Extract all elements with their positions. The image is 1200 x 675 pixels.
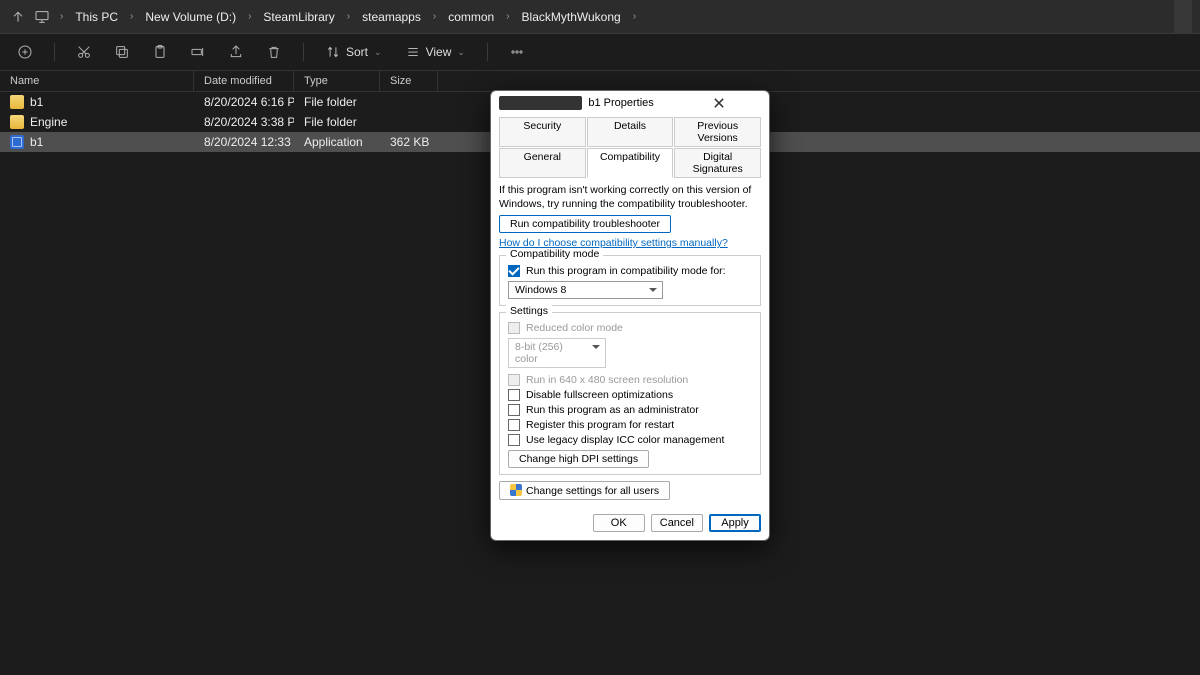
ok-button[interactable]: OK (593, 514, 645, 532)
up-icon[interactable] (8, 7, 28, 27)
rename-icon[interactable] (185, 39, 211, 65)
breadcrumb-item[interactable]: BlackMythWukong (518, 10, 625, 24)
compat-mode-checkbox[interactable] (508, 265, 520, 277)
change-dpi-button[interactable]: Change high DPI settings (508, 450, 649, 468)
folder-icon (10, 115, 24, 129)
breadcrumb-item[interactable]: SteamLibrary (259, 10, 338, 24)
chevron-right-icon: › (429, 11, 440, 22)
breadcrumb-item[interactable]: common (444, 10, 498, 24)
color-depth-select: 8-bit (256) color (508, 338, 606, 368)
view-label: View (426, 45, 452, 59)
folder-icon (10, 95, 24, 109)
column-header-size[interactable]: Size (380, 71, 438, 91)
tab-digital-signatures[interactable]: Digital Signatures (674, 148, 761, 178)
chevron-right-icon: › (343, 11, 354, 22)
chevron-right-icon: › (126, 11, 137, 22)
search-box[interactable] (1174, 0, 1192, 34)
properties-dialog: b1 Properties Security Details Previous … (490, 90, 770, 541)
application-icon (499, 96, 582, 110)
share-icon[interactable] (223, 39, 249, 65)
change-all-users-button[interactable]: Change settings for all users (499, 481, 670, 500)
column-header-name[interactable]: Name (0, 71, 194, 91)
paste-icon[interactable] (147, 39, 173, 65)
breadcrumb-item[interactable]: This PC (71, 10, 122, 24)
sort-label: Sort (346, 45, 368, 59)
chevron-right-icon: › (629, 11, 640, 22)
disable-fullscreen-checkbox[interactable] (508, 389, 520, 401)
toolbar: Sort ⌄ View ⌄ (0, 34, 1200, 70)
tab-previous-versions[interactable]: Previous Versions (674, 117, 761, 147)
run-640-checkbox (508, 374, 520, 386)
chevron-down-icon: ⌄ (457, 47, 465, 58)
breadcrumb-item[interactable]: steamapps (358, 10, 425, 24)
column-header-type[interactable]: Type (294, 71, 380, 91)
cut-icon[interactable] (71, 39, 97, 65)
column-headers: Name Date modified Type Size (0, 70, 1200, 92)
compat-os-select[interactable]: Windows 8 (508, 281, 663, 299)
dialog-intro-text: If this program isn't working correctly … (499, 184, 761, 211)
dialog-titlebar[interactable]: b1 Properties (491, 91, 769, 115)
tab-compatibility[interactable]: Compatibility (587, 148, 674, 178)
delete-icon[interactable] (261, 39, 287, 65)
dialog-title: b1 Properties (588, 97, 671, 109)
chevron-down-icon: ⌄ (374, 47, 382, 58)
column-header-date[interactable]: Date modified (194, 71, 294, 91)
compatibility-mode-group: Compatibility mode Run this program in c… (499, 255, 761, 306)
monitor-icon[interactable] (32, 7, 52, 27)
close-button[interactable] (678, 93, 761, 113)
chevron-right-icon: › (502, 11, 513, 22)
sort-dropdown[interactable]: Sort ⌄ (320, 45, 388, 59)
register-restart-checkbox[interactable] (508, 419, 520, 431)
cancel-button[interactable]: Cancel (651, 514, 703, 532)
settings-group: Settings Reduced color mode 8-bit (256) … (499, 312, 761, 475)
view-dropdown[interactable]: View ⌄ (400, 45, 471, 59)
tab-details[interactable]: Details (587, 117, 674, 147)
legacy-icc-checkbox[interactable] (508, 434, 520, 446)
breadcrumb-bar: › This PC › New Volume (D:) › SteamLibra… (0, 0, 1200, 34)
chevron-right-icon: › (56, 11, 67, 22)
run-admin-checkbox[interactable] (508, 404, 520, 416)
reduced-color-checkbox (508, 322, 520, 334)
tab-security[interactable]: Security (499, 117, 586, 147)
new-icon[interactable] (12, 39, 38, 65)
apply-button[interactable]: Apply (709, 514, 761, 532)
tab-general[interactable]: General (499, 148, 586, 178)
shield-icon (510, 484, 522, 496)
breadcrumb-item[interactable]: New Volume (D:) (141, 10, 240, 24)
more-icon[interactable] (504, 39, 530, 65)
application-icon (10, 135, 24, 149)
run-troubleshooter-button[interactable]: Run compatibility troubleshooter (499, 215, 671, 233)
chevron-right-icon: › (244, 11, 255, 22)
copy-icon[interactable] (109, 39, 135, 65)
